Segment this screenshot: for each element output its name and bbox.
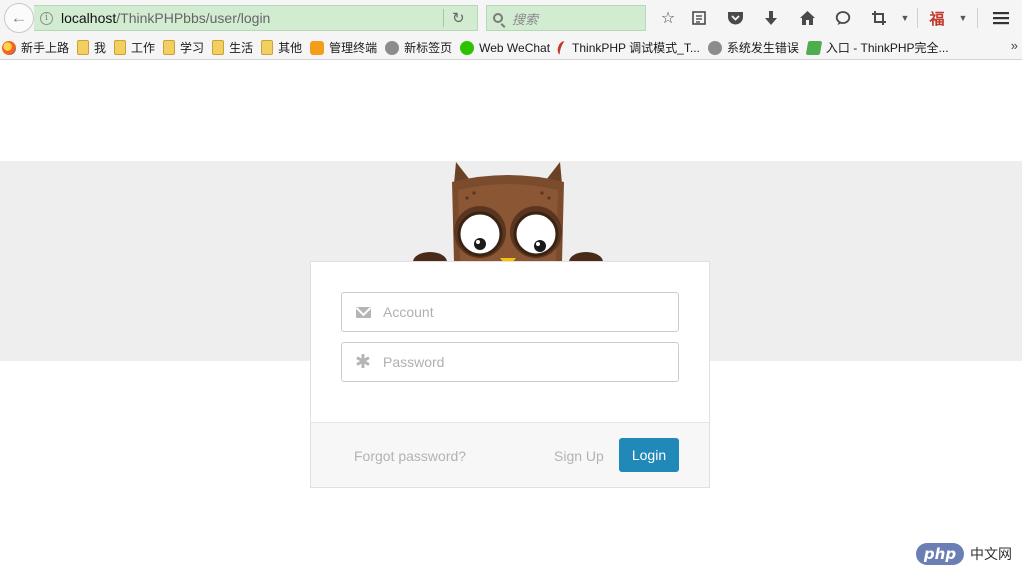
login-card-footer: Forgot password? Sign Up Login [311,422,709,487]
addon-fu-icon[interactable]: 福 [927,8,947,28]
screenshot-crop-icon[interactable] [869,8,889,28]
bookmark-label: 我 [94,41,107,55]
url-path: /ThinkPHPbbs/user/login [116,10,271,26]
bookmark-item[interactable]: 新手上路 [2,38,69,58]
bookmark-label: 其他 [278,41,303,55]
bookmark-folder[interactable]: 工作 [114,38,155,58]
bookmark-item[interactable]: 管理终端 [310,38,377,58]
bookmarks-overflow-chevron-icon[interactable]: » [1011,38,1018,53]
password-field[interactable]: ✱ [341,342,679,382]
folder-icon [261,40,274,55]
bookmark-folder[interactable]: 学习 [163,38,204,58]
bookmark-item[interactable]: 系统发生错误 [707,38,799,58]
bookmark-label: ThinkPHP 调试模式_T... [572,41,700,55]
download-arrow-icon[interactable] [761,8,781,28]
forgot-password-link[interactable]: Forgot password? [354,448,466,464]
toolbar-divider [917,8,918,28]
php-logo-icon: php [916,543,964,565]
bookmark-folder[interactable]: 我 [77,38,106,58]
bookmark-item[interactable]: 入口 - ThinkPHP完全... [805,38,949,58]
envelope-icon [355,306,371,318]
bookmark-label: 入口 - ThinkPHP完全... [825,41,949,55]
asterisk-icon: ✱ [355,350,371,373]
search-bar[interactable]: 搜索 [486,5,646,31]
bookmark-label: 工作 [131,41,156,55]
globe-icon [707,40,722,55]
addon-dropdown-arrow-icon[interactable]: ▼ [953,8,973,28]
back-arrow-icon[interactable]: ← [4,3,34,33]
url-text[interactable]: localhost/ThinkPHPbbs/user/login [61,10,270,26]
bookmark-label: 新手上路 [21,41,70,55]
firefox-icon [2,40,16,55]
bookmark-star-icon[interactable]: ☆ [658,8,678,28]
search-icon [493,13,503,23]
dropdown-arrow-icon[interactable]: ▼ [895,8,915,28]
orange-app-icon [310,40,325,55]
folder-icon [77,40,90,55]
url-separator [443,9,444,27]
bookmark-item[interactable]: ThinkPHP 调试模式_T... [555,38,700,58]
reading-list-icon[interactable] [689,8,709,28]
login-button[interactable]: Login [619,438,679,472]
browser-toolbar: ← i localhost/ThinkPHPbbs/user/login ↻ 搜… [0,0,1022,36]
bookmark-folder[interactable]: 生活 [212,38,253,58]
wechat-icon [460,40,475,55]
toolbar-divider [977,8,978,28]
site-info-icon[interactable]: i [40,11,53,25]
bookmarks-bar: 新手上路 我 工作 学习 生活 其他 管理终端 新标签页 Web WeChat … [0,36,1022,60]
url-bar[interactable]: i localhost/ThinkPHPbbs/user/login ↻ [34,5,478,31]
home-icon[interactable] [797,8,817,28]
bookmark-label: 新标签页 [404,41,453,55]
globe-icon [385,40,400,55]
bookmark-label: 学习 [180,41,205,55]
folder-icon [163,40,176,55]
thinkphp-icon [555,39,570,56]
login-card: ✱ Forgot password? Sign Up Login [310,261,710,488]
folder-icon [212,40,225,55]
pocket-icon[interactable] [725,8,745,28]
bookmark-item[interactable]: 新标签页 [385,38,452,58]
sign-up-link[interactable]: Sign Up [554,448,604,464]
leaf-icon [805,40,823,55]
bookmark-label: Web WeChat [479,40,551,55]
bookmark-label: 管理终端 [329,41,378,55]
bookmark-label: 系统发生错误 [726,41,799,55]
hamburger-menu-icon[interactable] [991,8,1011,28]
bookmark-label: 生活 [229,41,254,55]
bookmark-folder[interactable]: 其他 [261,38,302,58]
password-input[interactable] [383,354,663,370]
watermark-text: 中文网 [970,546,1012,562]
bookmark-item[interactable]: Web WeChat [460,38,550,58]
reload-icon[interactable]: ↻ [452,9,465,27]
url-host: localhost [61,10,117,26]
owl-mascot-image [413,162,603,272]
site-watermark: php 中文网 [916,543,1012,565]
account-input[interactable] [383,304,663,320]
account-field[interactable] [341,292,679,332]
chat-bubble-icon[interactable] [833,8,853,28]
search-placeholder: 搜索 [512,11,539,27]
folder-icon [114,40,127,55]
